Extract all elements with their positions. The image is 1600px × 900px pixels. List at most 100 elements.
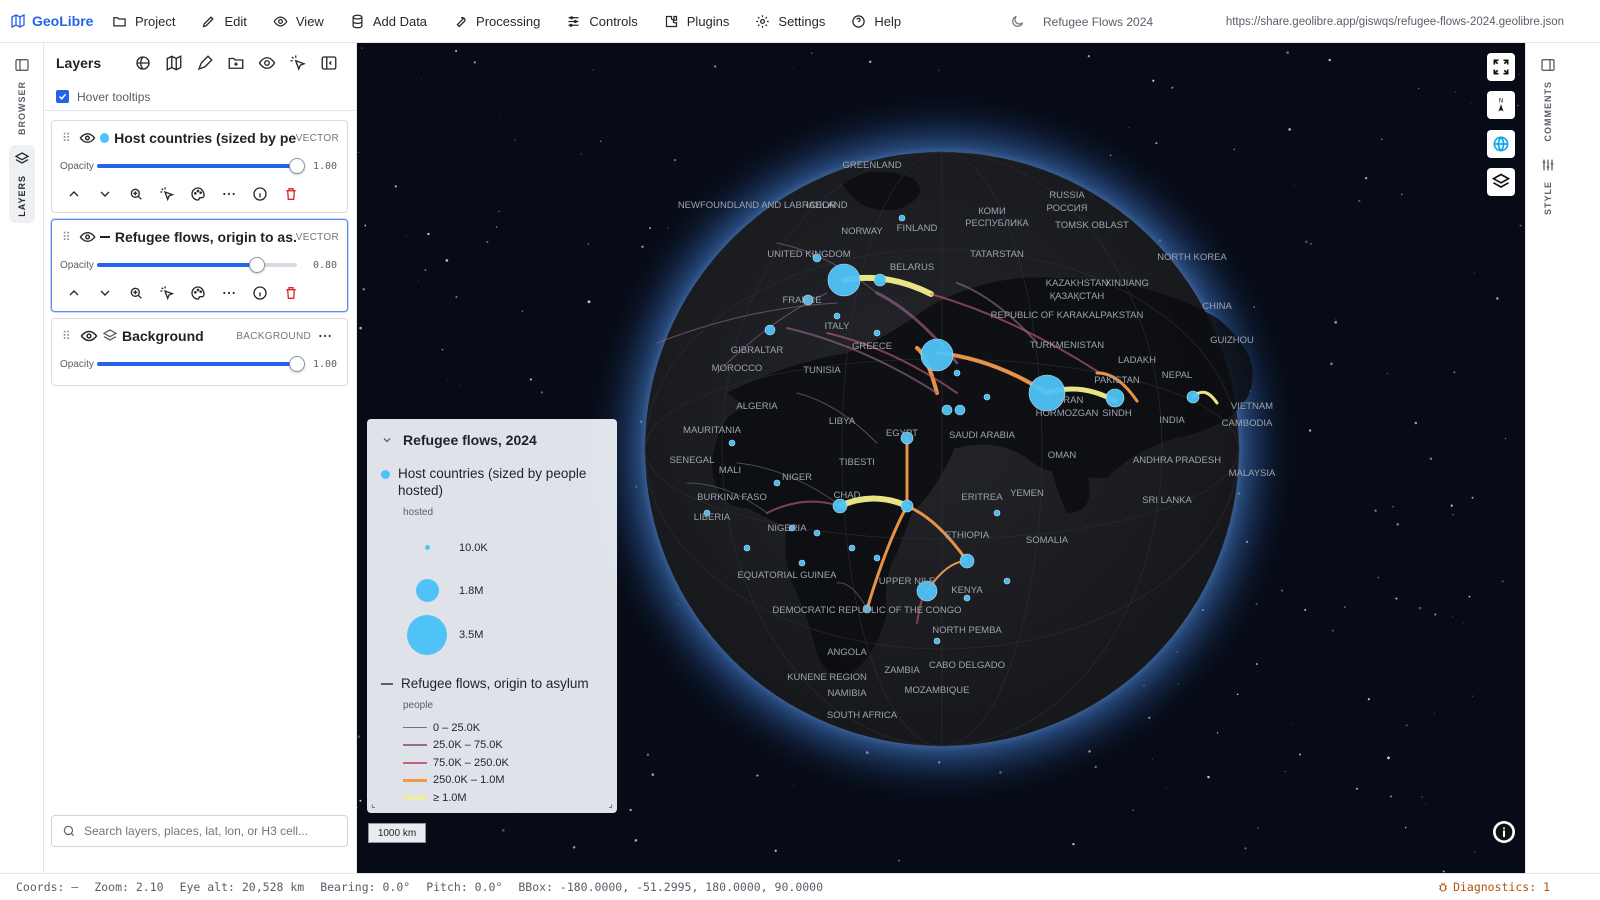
delete-icon[interactable] xyxy=(283,285,299,301)
legend-header[interactable]: Refugee flows, 2024 xyxy=(381,429,603,451)
identify-icon[interactable] xyxy=(159,186,175,202)
search-input[interactable]: Search layers, places, lat, lon, or H3 c… xyxy=(51,815,348,847)
moon-icon[interactable] xyxy=(1010,14,1025,29)
diagnostics-button[interactable]: Diagnostics: 1 xyxy=(1437,880,1550,894)
identify-icon[interactable] xyxy=(159,285,175,301)
host-country-circle xyxy=(933,637,941,645)
map-view[interactable]: GREENLAND ICELAND NEWFOUNDLAND AND LABRADO… xyxy=(357,43,1525,873)
star xyxy=(1331,629,1334,632)
share-url[interactable]: https://share.geolibre.app/giswqs/refuge… xyxy=(1226,0,1564,43)
menu-add-data[interactable]: Add Data xyxy=(338,0,441,43)
hover-tooltips-toggle[interactable]: Hover tooltips xyxy=(44,83,356,111)
layer-type: VECTOR xyxy=(295,132,339,144)
checkbox-checked-icon[interactable] xyxy=(56,90,69,103)
map-label: HORMOZGAN xyxy=(1036,408,1099,419)
slider-thumb[interactable] xyxy=(289,158,305,174)
slider-thumb[interactable] xyxy=(249,257,265,273)
host-country-circle xyxy=(1186,390,1200,404)
more-icon[interactable] xyxy=(221,285,237,301)
legend-size-item: 3.5M xyxy=(403,612,603,657)
compass-button[interactable]: N xyxy=(1487,91,1515,119)
info-icon[interactable] xyxy=(252,285,268,301)
host-country-circle xyxy=(827,263,861,297)
drag-handle-icon[interactable]: ⠿ xyxy=(62,131,79,145)
globe-projection-button[interactable] xyxy=(1487,130,1515,158)
info-icon[interactable] xyxy=(252,186,268,202)
attribution-button[interactable] xyxy=(1493,821,1515,843)
menu-plugins[interactable]: Plugins xyxy=(652,0,744,43)
more-icon[interactable] xyxy=(221,186,237,202)
menu-help[interactable]: Help xyxy=(839,0,915,43)
layer-card-host-countries[interactable]: ⠿ Host countries (sized by pe... VECTOR … xyxy=(51,120,348,213)
star xyxy=(1406,724,1408,726)
fullscreen-button[interactable] xyxy=(1487,53,1515,81)
map-label: NEPAL xyxy=(1162,370,1192,381)
star xyxy=(418,280,419,282)
chevron-down-icon[interactable] xyxy=(381,434,393,446)
resize-corner-icon[interactable]: ⌟ xyxy=(608,799,613,810)
visibility-eye-icon[interactable] xyxy=(79,131,96,145)
palette-icon[interactable] xyxy=(190,285,206,301)
collapse-panel-icon[interactable] xyxy=(320,54,338,72)
more-icon[interactable] xyxy=(317,328,333,344)
menu-processing[interactable]: Processing xyxy=(441,0,554,43)
folder-plus-icon[interactable] xyxy=(227,54,245,72)
star xyxy=(1381,138,1383,140)
diagnostics-count: Diagnostics: 1 xyxy=(1453,880,1550,894)
move-up-icon[interactable] xyxy=(66,186,82,202)
star xyxy=(357,735,361,738)
app-brand[interactable]: GeoLibre xyxy=(0,13,100,29)
menu-label: Settings xyxy=(778,13,826,29)
rail-browser[interactable]: BROWSER xyxy=(9,57,35,135)
star xyxy=(447,380,449,382)
legend-flow-section: Refugee flows, origin to asylum xyxy=(381,675,603,692)
map-label: MAURITANIA xyxy=(683,425,742,436)
map-icon[interactable] xyxy=(165,54,183,72)
identify-icon[interactable] xyxy=(289,54,307,72)
menu-view[interactable]: View xyxy=(261,0,338,43)
compass-icon: N xyxy=(1498,99,1504,112)
opacity-slider[interactable] xyxy=(97,257,297,273)
rail-layers[interactable]: LAYERS xyxy=(9,145,35,223)
palette-icon[interactable] xyxy=(190,186,206,202)
opacity-slider[interactable] xyxy=(97,356,305,372)
star xyxy=(629,808,632,812)
rail-comments[interactable]: COMMENTS xyxy=(1535,57,1561,142)
star xyxy=(1417,87,1420,90)
menu-project[interactable]: Project xyxy=(100,0,189,43)
move-down-icon[interactable] xyxy=(97,285,113,301)
delete-icon[interactable] xyxy=(283,186,299,202)
folder-icon xyxy=(113,16,126,26)
rail-layers-label: LAYERS xyxy=(17,175,27,217)
rail-style[interactable]: STYLE xyxy=(1535,157,1561,215)
visibility-eye-icon[interactable] xyxy=(79,230,96,244)
svg-text:N: N xyxy=(1499,99,1503,105)
opacity-slider[interactable] xyxy=(97,158,305,174)
layer-card-refugee-flows[interactable]: ⠿ Refugee flows, origin to as... VECTOR … xyxy=(51,219,348,312)
layer-card-background[interactable]: ⠿ Background BACKGROUND Opacity 1.00 xyxy=(51,318,348,386)
menu-settings[interactable]: Settings xyxy=(743,0,839,43)
move-down-icon[interactable] xyxy=(97,186,113,202)
star xyxy=(1421,796,1423,798)
globe-add-icon[interactable] xyxy=(134,54,152,72)
menu-edit[interactable]: Edit xyxy=(189,0,260,43)
basemap-layers-button[interactable] xyxy=(1487,168,1515,196)
star xyxy=(501,829,505,832)
drag-handle-icon[interactable]: ⠿ xyxy=(62,230,79,244)
zoom-to-layer-icon[interactable] xyxy=(128,285,144,301)
eye-icon[interactable] xyxy=(258,54,276,72)
star xyxy=(1396,522,1400,526)
menu-controls[interactable]: Controls xyxy=(554,0,651,43)
star xyxy=(1310,243,1312,245)
slider-thumb[interactable] xyxy=(289,356,305,372)
panel-title: Layers xyxy=(56,55,102,71)
resize-corner-icon[interactable]: ⌞ xyxy=(371,799,376,810)
zoom-to-layer-icon[interactable] xyxy=(128,186,144,202)
host-country-circle xyxy=(920,338,954,372)
draw-icon[interactable] xyxy=(196,54,214,72)
move-up-icon[interactable] xyxy=(66,285,82,301)
star xyxy=(1429,457,1433,460)
star xyxy=(420,79,422,81)
visibility-eye-icon[interactable] xyxy=(80,329,98,343)
drag-handle-icon[interactable]: ⠿ xyxy=(62,329,80,343)
